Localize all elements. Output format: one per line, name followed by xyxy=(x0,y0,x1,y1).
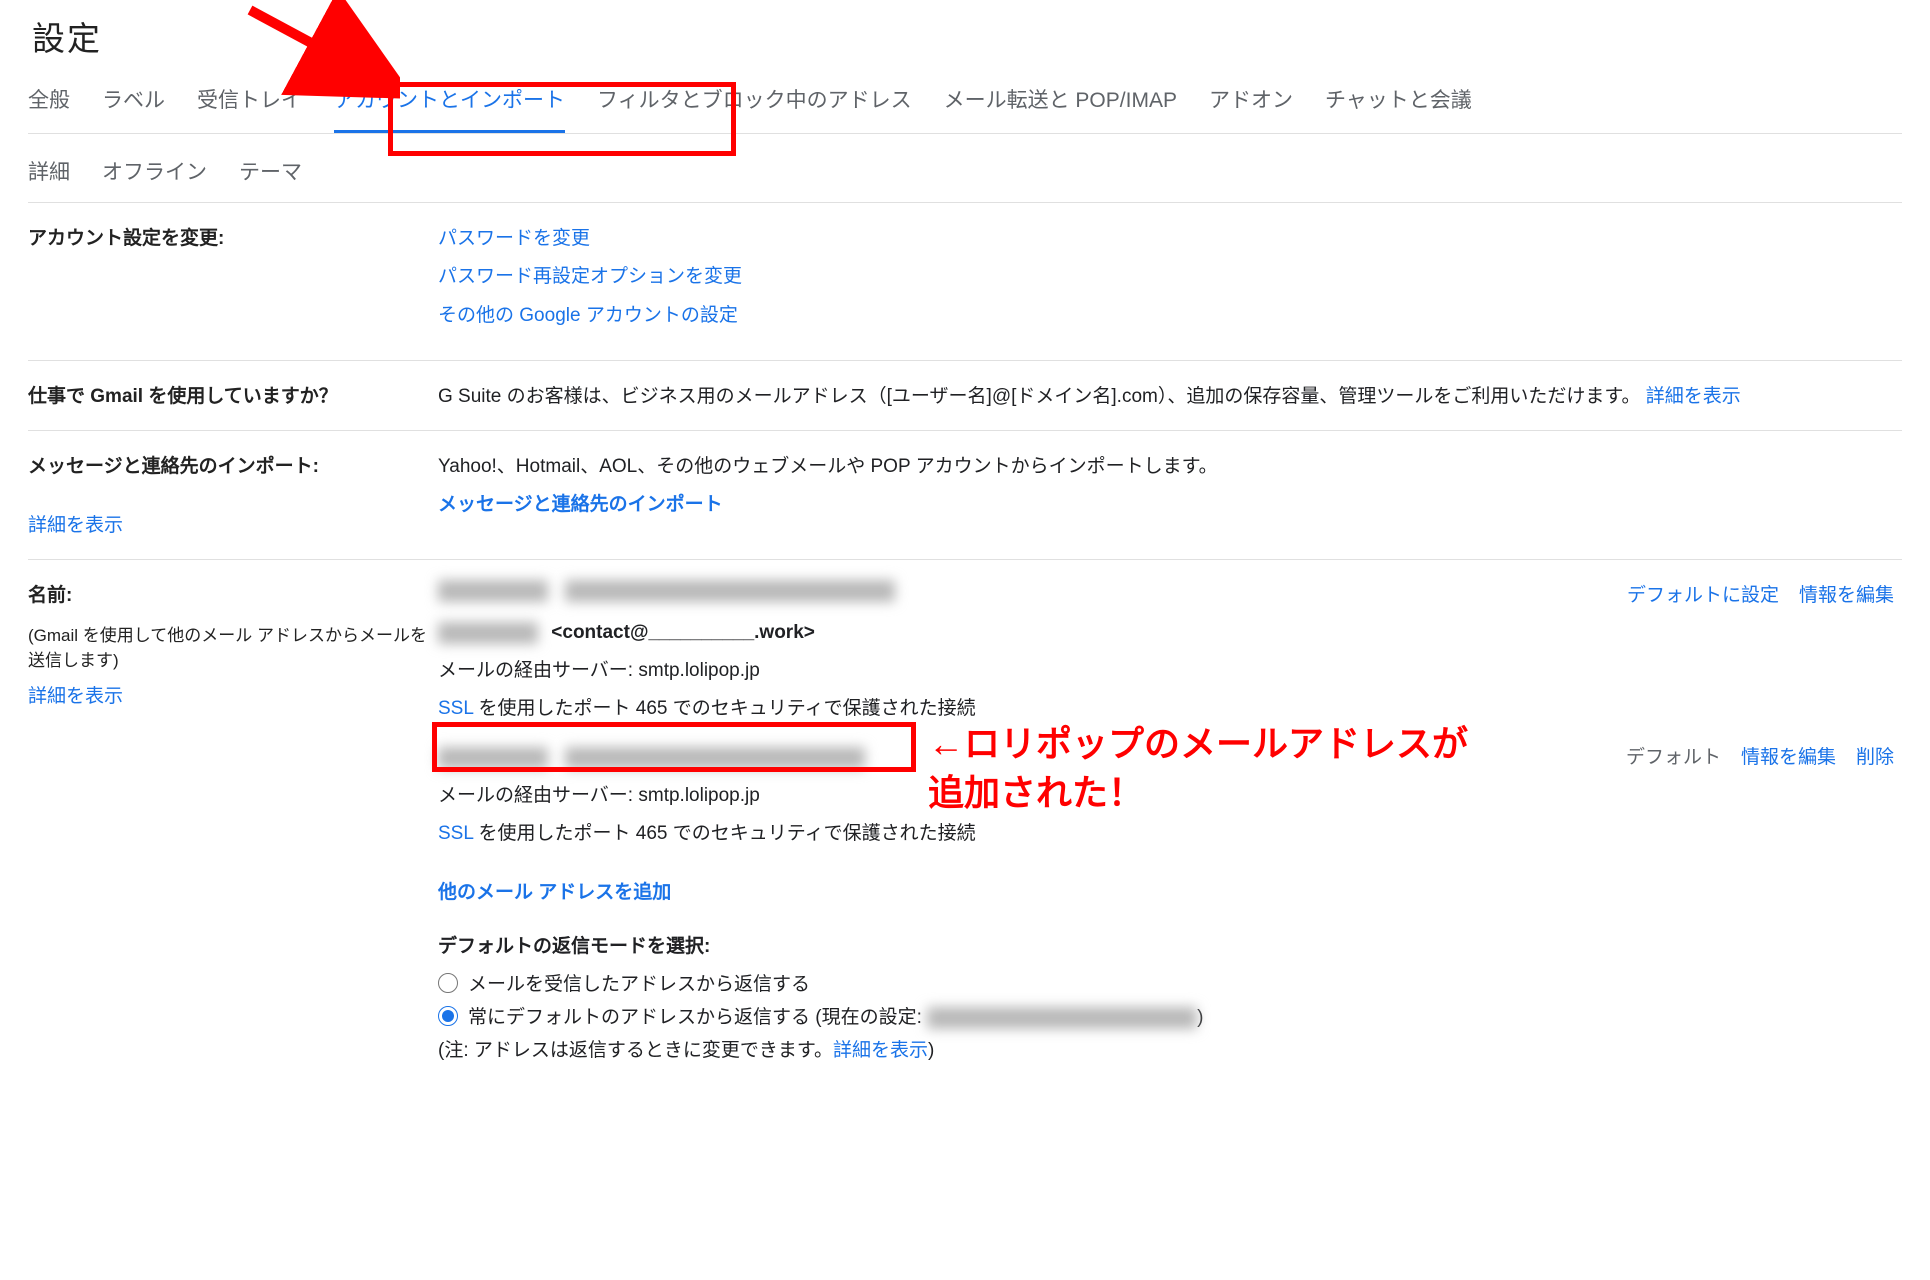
sendas-address-2: <contact@__________.work> xyxy=(551,622,815,643)
tab-offline[interactable]: オフライン xyxy=(102,156,207,202)
sendas-server-2: メールの経由サーバー: smtp.lolipop.jp xyxy=(438,655,1562,687)
section-import: メッセージと連絡先のインポート: 詳細を表示 Yahoo!、Hotmail、AO… xyxy=(28,431,1902,560)
tab-accounts-import[interactable]: アカウントとインポート xyxy=(334,84,565,133)
section-gsuite: 仕事で Gmail を使用していますか？ G Suite のお客様は、ビジネス用… xyxy=(28,361,1902,431)
link-change-recovery[interactable]: パスワード再設定オプションを変更 xyxy=(438,266,742,287)
page-title: 設定 xyxy=(28,12,1902,60)
link-gsuite-learnmore[interactable]: 詳細を表示 xyxy=(1646,386,1741,407)
tab-addons[interactable]: アドオン xyxy=(1209,84,1293,133)
tab-themes[interactable]: テーマ xyxy=(239,156,302,202)
redacted-email-3 xyxy=(565,747,865,769)
tab-general[interactable]: 全般 xyxy=(28,84,70,133)
sendas-ssl-rest-3: を使用したポート 465 でのセキュリティで保護された接続 xyxy=(473,823,975,844)
reply-mode-option-default-label-pre: 常にデフォルトのアドレスから返信する (現在の設定: xyxy=(468,1007,927,1028)
redacted-name-2 xyxy=(438,622,538,644)
reply-mode-option-received[interactable]: メールを受信したアドレスから返信する xyxy=(438,969,1902,996)
link-edit-info-3[interactable]: 情報を編集 xyxy=(1741,742,1836,769)
gsuite-description: G Suite のお客様は、ビジネス用のメールアドレス（[ユーザー名]@[ドメイ… xyxy=(438,386,1640,407)
sendas-row-2: <contact@__________.work> メールの経由サーバー: sm… xyxy=(438,617,1902,732)
link-other-google-settings[interactable]: その他の Google アカウントの設定 xyxy=(438,305,738,326)
link-reply-mode-learnmore[interactable]: 詳細を表示 xyxy=(833,1040,928,1061)
tab-forwarding-popimap[interactable]: メール転送と POP/IMAP xyxy=(944,84,1177,133)
redacted-name-3 xyxy=(438,747,548,769)
reply-mode-radio-default[interactable] xyxy=(438,1006,458,1026)
tab-filters-blocked[interactable]: フィルタとブロック中のアドレス xyxy=(597,84,912,133)
link-import-learnmore[interactable]: 詳細を表示 xyxy=(28,515,123,536)
default-badge: デフォルト xyxy=(1626,742,1721,769)
tab-inbox[interactable]: 受信トレイ xyxy=(197,84,302,133)
tab-chat-meet[interactable]: チャットと会議 xyxy=(1325,84,1472,133)
sendas-ssl-rest-2: を使用したポート 465 でのセキュリティで保護された接続 xyxy=(473,698,975,719)
link-change-password[interactable]: パスワードを変更 xyxy=(438,228,590,249)
redacted-email-1 xyxy=(565,580,895,602)
label-name: 名前: xyxy=(28,580,438,607)
reply-mode-option-default-label-post: ) xyxy=(1197,1007,1203,1028)
link-import-messages-contacts[interactable]: メッセージと連絡先のインポート xyxy=(438,494,723,515)
section-send-mail-as: 名前: (Gmail を使用して他のメール アドレスからメールを送信します) 詳… xyxy=(28,560,1902,1096)
reply-mode-option-default[interactable]: 常にデフォルトのアドレスから返信する (現在の設定: ) xyxy=(438,1002,1902,1029)
settings-tabs-row-2: 詳細 オフライン テーマ xyxy=(28,156,1902,203)
reply-mode-note-pre: (注: アドレスは返信するときに変更できます。 xyxy=(438,1040,833,1061)
sendas-row-1: デフォルトに設定 情報を編集 xyxy=(438,580,1902,607)
sendas-server-3: メールの経由サーバー: smtp.lolipop.jp xyxy=(438,780,1562,812)
link-edit-info-1[interactable]: 情報を編集 xyxy=(1799,580,1894,607)
tab-advanced[interactable]: 詳細 xyxy=(28,156,70,202)
settings-tabs-row-1: 全般 ラベル 受信トレイ アカウントとインポート フィルタとブロック中のアドレス… xyxy=(28,84,1902,134)
link-ssl-3[interactable]: SSL xyxy=(438,823,473,844)
tab-labels[interactable]: ラベル xyxy=(102,84,165,133)
label-gsuite: 仕事で Gmail を使用していますか？ xyxy=(28,386,338,407)
redacted-default-address xyxy=(927,1007,1197,1029)
reply-mode-heading: デフォルトの返信モードを選択: xyxy=(438,931,1902,963)
link-delete-3[interactable]: 削除 xyxy=(1856,742,1894,769)
import-description: Yahoo!、Hotmail、AOL、その他のウェブメールや POP アカウント… xyxy=(438,451,1902,483)
redacted-name-1 xyxy=(438,580,548,602)
link-names-learnmore[interactable]: 詳細を表示 xyxy=(28,686,123,707)
link-add-another-address[interactable]: 他のメール アドレスを追加 xyxy=(438,882,671,903)
label-import: メッセージと連絡先のインポート: xyxy=(28,451,438,478)
sendas-row-3: メールの経由サーバー: smtp.lolipop.jp SSL を使用したポート… xyxy=(438,742,1902,857)
section-change-account-settings: アカウント設定を変更: パスワードを変更 パスワード再設定オプションを変更 その… xyxy=(28,203,1902,361)
reply-mode-option-received-label: メールを受信したアドレスから返信する xyxy=(468,969,810,996)
link-ssl-2[interactable]: SSL xyxy=(438,698,473,719)
label-name-sub: (Gmail を使用して他のメール アドレスからメールを送信します) xyxy=(28,621,438,671)
reply-mode-radio-received[interactable] xyxy=(438,973,458,993)
reply-mode-note-post: ) xyxy=(928,1040,934,1061)
link-set-default-1[interactable]: デフォルトに設定 xyxy=(1627,580,1779,607)
label-change-account: アカウント設定を変更: xyxy=(28,228,224,249)
